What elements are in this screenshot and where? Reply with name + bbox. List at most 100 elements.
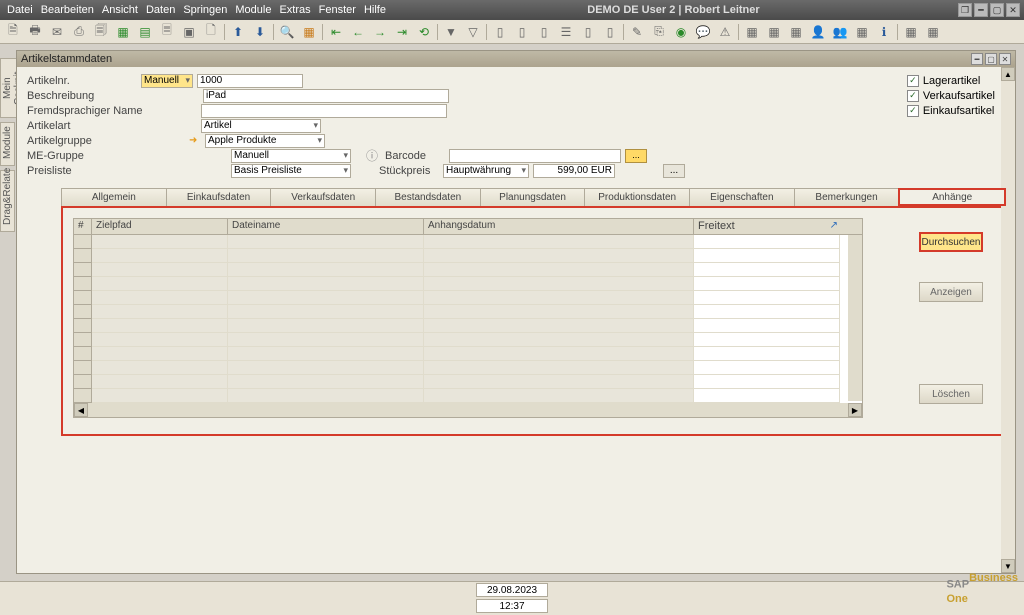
menu-module[interactable]: Module (232, 2, 274, 18)
pick-icon[interactable]: ▦ (765, 23, 783, 41)
pdf-icon[interactable]: 🗏 (158, 23, 176, 41)
prev-icon[interactable]: ← (349, 23, 367, 41)
maximize-icon[interactable]: ▢ (990, 3, 1004, 17)
table-row[interactable] (74, 375, 862, 389)
menu-hilfe[interactable]: Hilfe (361, 2, 389, 18)
table-row[interactable] (74, 249, 862, 263)
win-minimize-icon[interactable]: ━ (971, 53, 983, 65)
tab-produktionsdaten[interactable]: Produktionsdaten (584, 188, 690, 206)
table-row[interactable] (74, 277, 862, 291)
table-row[interactable] (74, 361, 862, 375)
side-tab-module[interactable]: Module (0, 122, 15, 166)
table-row[interactable] (74, 333, 862, 347)
next-icon[interactable]: → (371, 23, 389, 41)
translate-icon[interactable]: ⎘ (650, 23, 668, 41)
menu-fenster[interactable]: Fenster (316, 2, 359, 18)
doc1-icon[interactable]: ▯ (491, 23, 509, 41)
artikelart-select[interactable]: Artikel (201, 119, 321, 133)
vscroll-up-icon[interactable]: ▲ (1001, 67, 1015, 81)
stueckpreis-input[interactable] (533, 164, 615, 178)
table-row[interactable] (74, 305, 862, 319)
excel-icon[interactable]: ▦ (114, 23, 132, 41)
lock-icon[interactable]: ▣ (180, 23, 198, 41)
table-row[interactable] (74, 263, 862, 277)
col-num[interactable]: # (74, 219, 92, 234)
preview-icon[interactable]: 🗎 (4, 23, 22, 41)
beschreibung-input[interactable] (203, 89, 449, 103)
chat-icon[interactable]: 💬 (694, 23, 712, 41)
fremdname-input[interactable] (201, 104, 447, 118)
artikelnr-input[interactable] (197, 74, 303, 88)
doc3-icon[interactable]: ▯ (535, 23, 553, 41)
expand-icon[interactable]: ↗ (830, 220, 838, 231)
col-freitext[interactable]: Freitext↗ (694, 219, 840, 234)
table-row[interactable] (74, 291, 862, 305)
tab-einkaufsdaten[interactable]: Einkaufsdaten (166, 188, 272, 206)
menu-springen[interactable]: Springen (180, 2, 230, 18)
gantt-icon[interactable]: ☰ (557, 23, 575, 41)
basedoc-icon[interactable]: ▯ (579, 23, 597, 41)
first-icon[interactable]: ⇤ (327, 23, 345, 41)
stueckpreis-currency-select[interactable]: Hauptwährung (443, 164, 529, 178)
lager-checkbox[interactable]: ✓ (907, 75, 919, 87)
verkauf-checkbox[interactable]: ✓ (907, 90, 919, 102)
col-anhangsdatum[interactable]: Anhangsdatum (424, 219, 694, 234)
vscroll-down-icon[interactable]: ▼ (1001, 559, 1015, 573)
search-icon[interactable]: 🔍 (278, 23, 296, 41)
grid-hscroll[interactable]: ◀ ▶ (74, 403, 862, 417)
sms-icon[interactable]: ⎙ (70, 23, 88, 41)
menu-bearbeiten[interactable]: Bearbeiten (38, 2, 97, 18)
scroll-right-icon[interactable]: ▶ (848, 403, 862, 417)
tab-bemerkungen[interactable]: Bemerkungen (794, 188, 900, 206)
table-row[interactable] (74, 347, 862, 361)
durchsuchen-button[interactable]: Durchsuchen (919, 232, 983, 252)
tab-eigenschaften[interactable]: Eigenschaften (689, 188, 795, 206)
win-maximize-icon[interactable]: ▢ (985, 53, 997, 65)
menu-extras[interactable]: Extras (276, 2, 313, 18)
targetdoc-icon[interactable]: ▯ (601, 23, 619, 41)
window-vscroll[interactable]: ▲ ▼ (1001, 67, 1015, 573)
minimize-icon[interactable]: ━ (974, 3, 988, 17)
form-icon[interactable]: ▦ (300, 23, 318, 41)
link-icon[interactable]: ▦ (853, 23, 871, 41)
grid-body[interactable] (74, 235, 862, 403)
doc2-icon[interactable]: ▯ (513, 23, 531, 41)
tab-planungsdaten[interactable]: Planungsdaten (480, 188, 586, 206)
barcode-input[interactable] (449, 149, 621, 163)
loeschen-button[interactable]: Löschen (919, 384, 983, 404)
preisliste-select[interactable]: Basis Preisliste (231, 164, 351, 178)
default-icon[interactable]: ▦ (924, 23, 942, 41)
last-icon[interactable]: ⇥ (393, 23, 411, 41)
barcode-browse-button[interactable]: ... (625, 149, 647, 163)
restore-icon[interactable]: ❐ (958, 3, 972, 17)
grid-vscroll[interactable] (848, 235, 862, 401)
col-dateiname[interactable]: Dateiname (228, 219, 424, 234)
scroll-left-icon[interactable]: ◀ (74, 403, 88, 417)
sort-icon[interactable]: ▽ (464, 23, 482, 41)
tab-bestandsdaten[interactable]: Bestandsdaten (375, 188, 481, 206)
win-close-icon[interactable]: ✕ (999, 53, 1011, 65)
refresh-icon[interactable]: ⟲ (415, 23, 433, 41)
tab-allgemein[interactable]: Allgemein (61, 188, 167, 206)
link-arrow-icon[interactable]: ➜ (189, 135, 201, 147)
price-browse-button[interactable]: ... (663, 164, 685, 178)
artikelgruppe-select[interactable]: Apple Produkte (205, 134, 325, 148)
menu-ansicht[interactable]: Ansicht (99, 2, 141, 18)
user-icon[interactable]: 👤 (809, 23, 827, 41)
fax-icon[interactable]: 🗐 (92, 23, 110, 41)
close-icon[interactable]: ✕ (1006, 3, 1020, 17)
new-icon[interactable]: ⬇ (251, 23, 269, 41)
filter-icon[interactable]: ▼ (442, 23, 460, 41)
layout-icon[interactable]: ▦ (902, 23, 920, 41)
query-icon[interactable]: ▦ (787, 23, 805, 41)
megruppe-select[interactable]: Manuell (231, 149, 351, 163)
tab-anhaenge[interactable]: Anhänge (898, 188, 1006, 206)
edit-icon[interactable]: ✎ (628, 23, 646, 41)
table-row[interactable] (74, 235, 862, 249)
mail-icon[interactable]: ✉ (48, 23, 66, 41)
anzeigen-button[interactable]: Anzeigen (919, 282, 983, 302)
side-tab-dragrelate[interactable]: Drag&Relate (0, 170, 15, 232)
tab-verkaufsdaten[interactable]: Verkaufsdaten (270, 188, 376, 206)
help-icon[interactable]: ℹ (875, 23, 893, 41)
col-zielpfad[interactable]: Zielpfad (92, 219, 228, 234)
